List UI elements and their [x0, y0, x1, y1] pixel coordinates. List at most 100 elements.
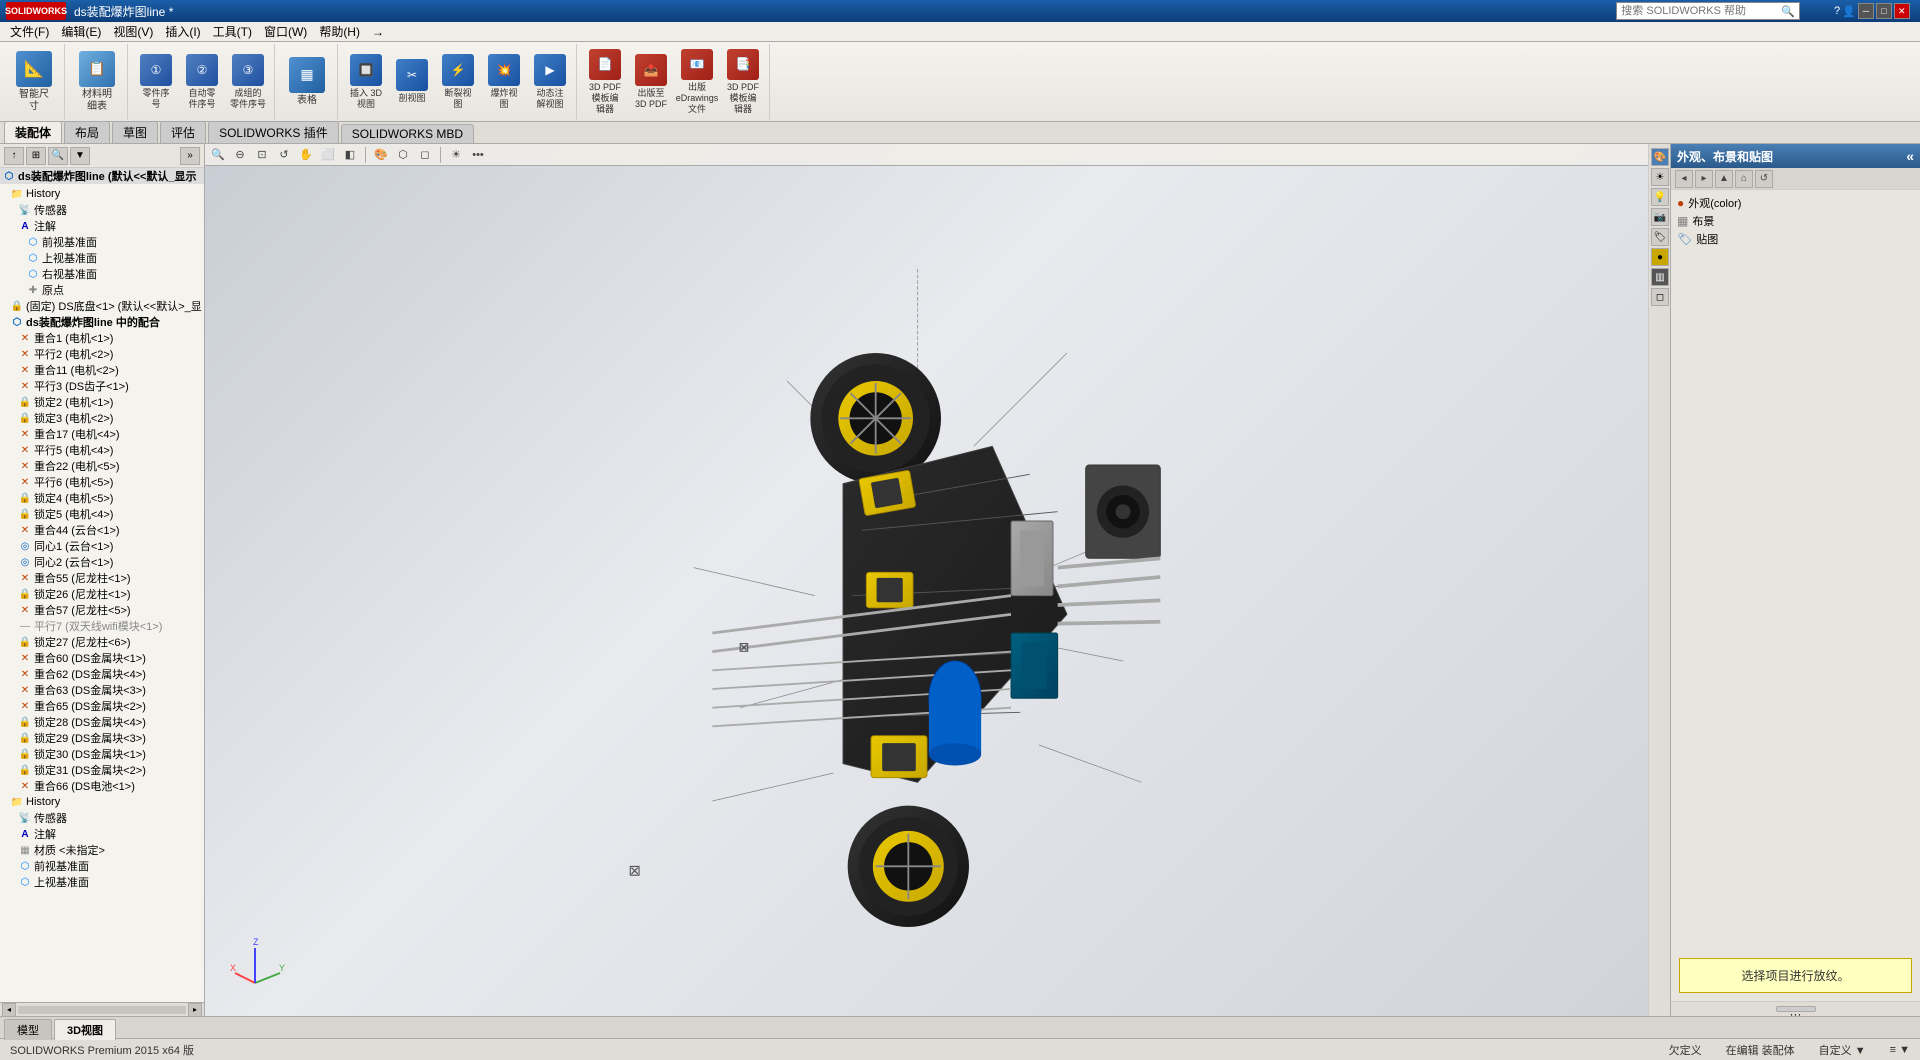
rib-render-btn[interactable]: ◻ — [1651, 288, 1669, 306]
mate-coincident60[interactable]: ✕ 重合60 (DS金属块<1>) — [0, 650, 204, 666]
tree-origin[interactable]: ✚ 原点 — [0, 282, 204, 298]
tab-sw-plugins[interactable]: SOLIDWORKS 插件 — [208, 121, 339, 143]
question-icon[interactable]: ? — [1834, 5, 1840, 17]
bottom-tab-model[interactable]: 模型 — [4, 1019, 52, 1040]
menu-help[interactable]: 帮助(H) — [313, 22, 366, 41]
3d-viewport[interactable]: 🔍 ⊖ ⊡ ↺ ✋ ⬜ ◧ 🎨 ⬡ ◻ ☀ ••• — [205, 144, 1648, 1016]
vp-hidden-btn[interactable]: ◻ — [416, 146, 434, 164]
scroll-right-btn[interactable]: ▸ — [188, 1003, 202, 1017]
tree-mate-folder[interactable]: ⬡ ds装配爆炸图line 中的配合 — [0, 314, 204, 330]
tree-sensor-1[interactable]: 📡 传感器 — [0, 202, 204, 218]
tree-material[interactable]: ▦ 材质 <未指定> — [0, 842, 204, 858]
tab-sketch[interactable]: 草图 — [112, 121, 158, 143]
insert-3dview-btn[interactable]: 🔲 插入 3D视图 — [344, 47, 388, 117]
lp-btn-2[interactable]: ⊞ — [26, 147, 46, 165]
mate-parallel2[interactable]: ✕ 平行2 (电机<2>) — [0, 346, 204, 362]
vp-rotate-btn[interactable]: ↺ — [275, 146, 293, 164]
mate-coincident62[interactable]: ✕ 重合62 (DS金属块<4>) — [0, 666, 204, 682]
status-menu[interactable]: ≡ ▼ — [1886, 1044, 1914, 1056]
menu-arrow[interactable]: → — [366, 22, 390, 41]
rib-color-btn[interactable]: ● — [1651, 248, 1669, 266]
rib-decal-btn[interactable]: 🏷 — [1651, 228, 1669, 246]
auto-balloon-btn[interactable]: ② 自动零件序号 — [180, 47, 224, 117]
rp-back-btn[interactable]: ◂ — [1675, 170, 1693, 188]
menu-view[interactable]: 视图(V) — [107, 22, 159, 41]
vp-zoom-out-btn[interactable]: ⊖ — [231, 146, 249, 164]
explode-view-btn[interactable]: 💥 爆炸视图 — [482, 47, 526, 117]
mate-coincident11[interactable]: ✕ 重合11 (电机<2>) — [0, 362, 204, 378]
menu-file[interactable]: 文件(F) — [4, 22, 55, 41]
tree-front-plane-2[interactable]: ⬡ 前视基准面 — [0, 858, 204, 874]
mate-coincident55[interactable]: ✕ 重合55 (尼龙柱<1>) — [0, 570, 204, 586]
search-input[interactable] — [1621, 5, 1781, 17]
lp-btn-4[interactable]: ▼ — [70, 147, 90, 165]
mate-coincident66[interactable]: ✕ 重合66 (DS电池<1>) — [0, 778, 204, 794]
restore-btn[interactable]: □ — [1876, 3, 1892, 19]
rib-filter-btn[interactable]: ▥ — [1651, 268, 1669, 286]
lp-btn-1[interactable]: ↑ — [4, 147, 24, 165]
mate-coincident22[interactable]: ✕ 重合22 (电机<5>) — [0, 458, 204, 474]
tree-sensor-2[interactable]: 📡 传感器 — [0, 810, 204, 826]
mate-lock27[interactable]: 🔒 锁定27 (尼龙柱<6>) — [0, 634, 204, 650]
tree-fixed-chassis[interactable]: 🔒 (固定) DS底盘<1> (默认<<默认>_显 — [0, 298, 204, 314]
close-btn[interactable]: ✕ — [1894, 3, 1910, 19]
vp-more-btn[interactable]: ••• — [469, 146, 487, 164]
rp-home-btn[interactable]: ⌂ — [1735, 170, 1753, 188]
bottom-tab-3dview[interactable]: 3D视图 — [54, 1019, 116, 1040]
mate-parallel5[interactable]: ✕ 平行5 (电机<4>) — [0, 442, 204, 458]
rib-appearance-btn[interactable]: 🎨 — [1651, 148, 1669, 166]
vp-section-btn[interactable]: ⬜ — [319, 146, 337, 164]
minimize-btn[interactable]: ─ — [1858, 3, 1874, 19]
search-bar[interactable]: 🔍 — [1616, 2, 1800, 20]
mate-parallel7[interactable]: — 平行7 (双天线wifi模块<1>) — [0, 618, 204, 634]
3dpdf-template-btn[interactable]: 📄 3D PDF模板编辑器 — [583, 47, 627, 117]
tree-front-plane[interactable]: ⬡ 前视基准面 — [0, 234, 204, 250]
rib-camera-btn[interactable]: 📷 — [1651, 208, 1669, 226]
tree-annotation-1[interactable]: A 注解 — [0, 218, 204, 234]
rp-reload-btn[interactable]: ↺ — [1755, 170, 1773, 188]
vp-wireframe-btn[interactable]: ⬡ — [394, 146, 412, 164]
tab-layout[interactable]: 布局 — [64, 121, 110, 143]
tab-assembly[interactable]: 装配体 — [4, 121, 62, 143]
lp-btn-3[interactable]: 🔍 — [48, 147, 68, 165]
mate-lock3[interactable]: 🔒 锁定3 (电机<2>) — [0, 410, 204, 426]
mate-coincident44[interactable]: ✕ 重合44 (云台<1>) — [0, 522, 204, 538]
mate-coincident65[interactable]: ✕ 重合65 (DS金属块<2>) — [0, 698, 204, 714]
tree-annotation-2[interactable]: A 注解 — [0, 826, 204, 842]
tree-history-2[interactable]: 📁 History — [0, 794, 204, 810]
mate-coincident57[interactable]: ✕ 重合57 (尼龙柱<5>) — [0, 602, 204, 618]
mate-lock4[interactable]: 🔒 锁定4 (电机<5>) — [0, 490, 204, 506]
expand-handle[interactable]: ··· — [1776, 1006, 1816, 1012]
mate-parallel6[interactable]: ✕ 平行6 (电机<5>) — [0, 474, 204, 490]
tab-mbd[interactable]: SOLIDWORKS MBD — [341, 124, 474, 143]
mate-lock30[interactable]: 🔒 锁定30 (DS金属块<1>) — [0, 746, 204, 762]
vp-shaded-btn[interactable]: 🎨 — [372, 146, 390, 164]
rib-lights-btn[interactable]: 💡 — [1651, 188, 1669, 206]
mate-parallel3[interactable]: ✕ 平行3 (DS齿子<1>) — [0, 378, 204, 394]
menu-window[interactable]: 窗口(W) — [258, 22, 313, 41]
tree-root-item[interactable]: ⬡ ds装配爆炸图line (默认<<默认_显示 — [0, 168, 204, 184]
tree-history-1[interactable]: 📁 History — [0, 186, 204, 202]
mate-coincident63[interactable]: ✕ 重合63 (DS金属块<3>) — [0, 682, 204, 698]
scroll-left-btn[interactable]: ◂ — [2, 1003, 16, 1017]
rib-scene-btn[interactable]: ☀ — [1651, 168, 1669, 186]
mate-lock28[interactable]: 🔒 锁定28 (DS金属块<4>) — [0, 714, 204, 730]
broken-view-btn[interactable]: ⚡ 断裂视图 — [436, 47, 480, 117]
rp-item-decal[interactable]: 🏷 贴图 — [1675, 230, 1916, 248]
rp-forward-btn[interactable]: ▸ — [1695, 170, 1713, 188]
menu-tools[interactable]: 工具(T) — [207, 22, 258, 41]
right-panel-collapse-btn[interactable]: « — [1906, 148, 1914, 164]
publish-edrawings-btn[interactable]: 📧 出版eDrawings文件 — [675, 47, 719, 117]
mate-concentric2[interactable]: ◎ 同心2 (云台<1>) — [0, 554, 204, 570]
vp-zoom-in-btn[interactable]: 🔍 — [209, 146, 227, 164]
menu-insert[interactable]: 插入(I) — [159, 22, 206, 41]
mate-coincident1[interactable]: ✕ 重合1 (电机<1>) — [0, 330, 204, 346]
search-icon[interactable]: 🔍 — [1781, 5, 1795, 18]
mate-lock26[interactable]: 🔒 锁定26 (尼龙柱<1>) — [0, 586, 204, 602]
user-icon[interactable]: 👤 — [1842, 5, 1856, 18]
mate-lock2[interactable]: 🔒 锁定2 (电机<1>) — [0, 394, 204, 410]
mate-lock5[interactable]: 🔒 锁定5 (电机<4>) — [0, 506, 204, 522]
menu-edit[interactable]: 编辑(E) — [55, 22, 107, 41]
status-customize[interactable]: 自定义 ▼ — [1815, 1042, 1870, 1058]
smart-dimension-btn[interactable]: 📐 智能尺寸 — [8, 47, 60, 117]
